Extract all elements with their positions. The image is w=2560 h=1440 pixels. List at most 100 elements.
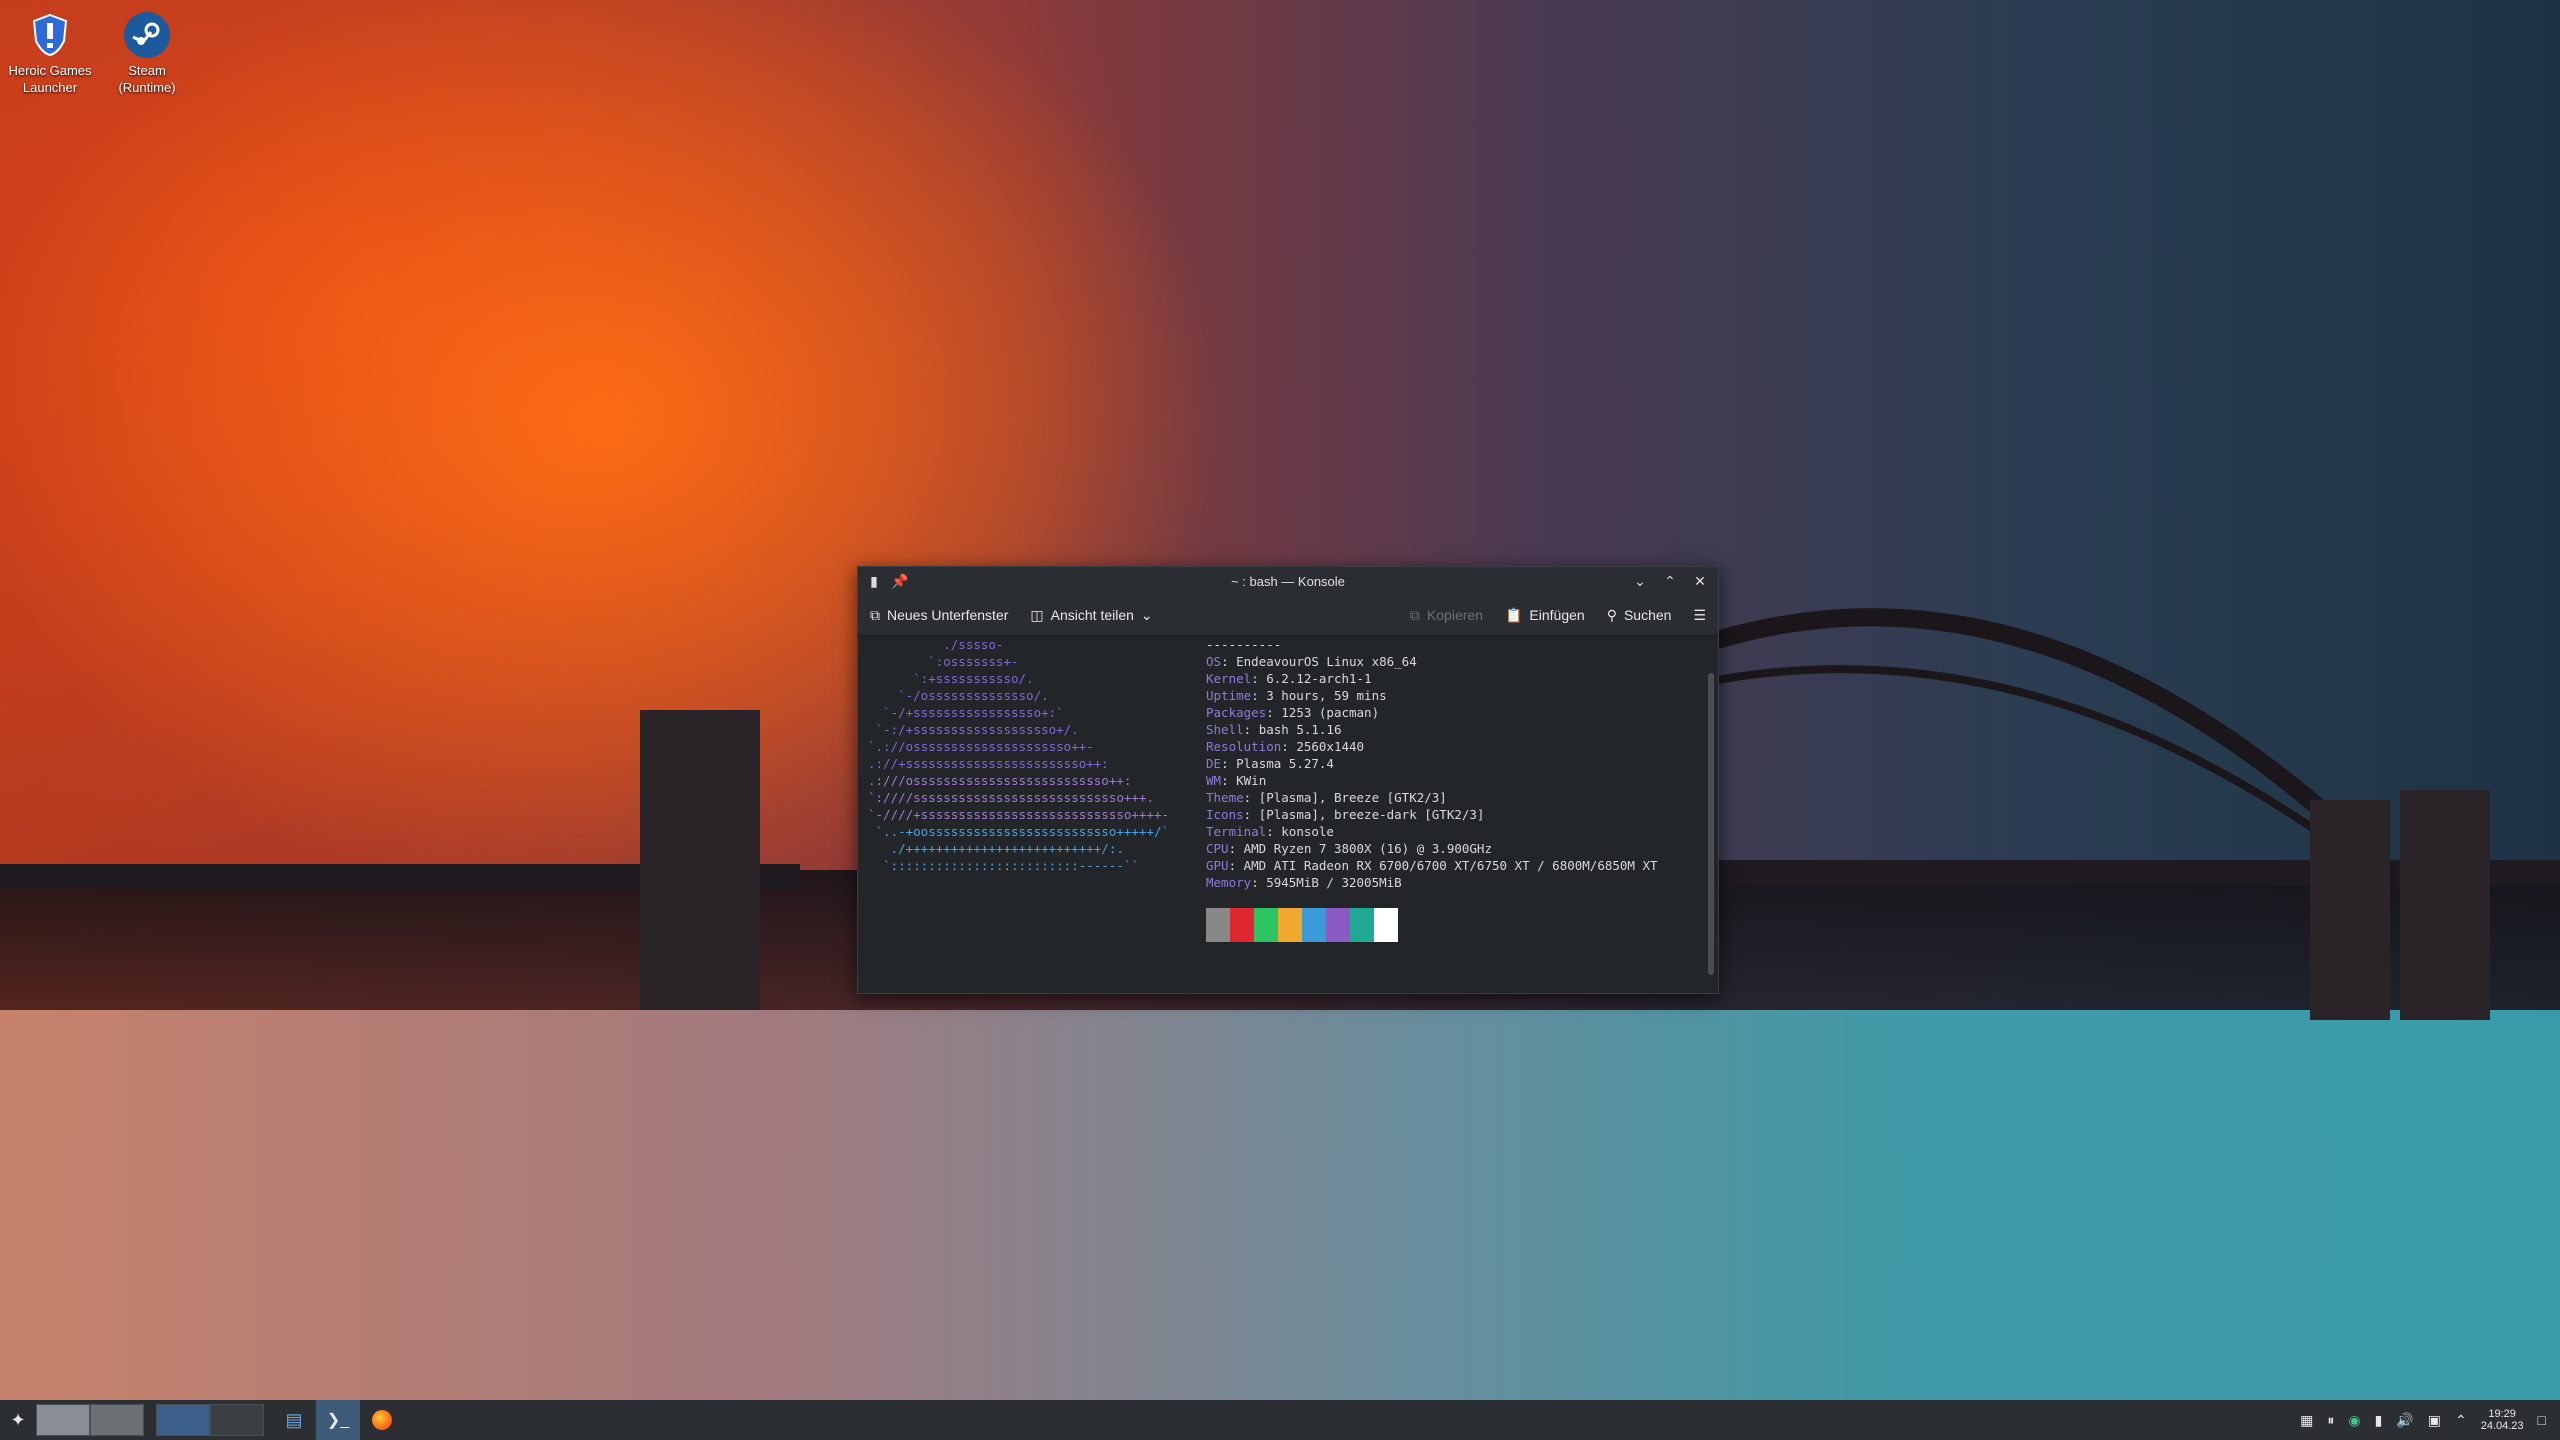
desktop-icon-heroic[interactable]: Heroic Games Launcher bbox=[0, 6, 100, 96]
info-value: : Plasma 5.27.4 bbox=[1221, 756, 1334, 771]
close-button[interactable]: ✕ bbox=[1692, 573, 1708, 589]
desktop-icon-label: Heroic Games bbox=[8, 63, 92, 78]
desktop-icon-steam[interactable]: Steam (Runtime) bbox=[97, 6, 197, 96]
expand-tray-icon[interactable]: ⌃ bbox=[2455, 1412, 2467, 1429]
paste-icon: 📋 bbox=[1504, 606, 1523, 623]
info-row: Uptime: 3 hours, 59 mins bbox=[1206, 687, 1658, 704]
clock-date: 24.04.23 bbox=[2480, 1420, 2524, 1432]
left-pylon bbox=[640, 710, 760, 1010]
volume-icon[interactable]: 🔊 bbox=[2396, 1412, 2413, 1429]
desktop-3[interactable] bbox=[156, 1404, 210, 1436]
launcher-icon: ✦ bbox=[10, 1409, 26, 1430]
color-swatch bbox=[1374, 908, 1398, 942]
info-key: WM bbox=[1206, 773, 1222, 788]
ascii-logo-line: `:::::::::::::::::::::::::------`` bbox=[868, 858, 1139, 873]
right-pylon-2 bbox=[2400, 790, 2490, 1020]
heroic-icon bbox=[27, 12, 73, 58]
info-key: Kernel bbox=[1206, 671, 1252, 686]
konsole-toolbar: ⧉ Neues Unterfenster ◫ Ansicht teilen ⌄ … bbox=[858, 595, 1718, 636]
terminal-output[interactable]: ./sssso- `:osssssss+- `:+sssssssssso/. `… bbox=[858, 636, 1700, 993]
color-swatch bbox=[1230, 908, 1254, 942]
color-swatch bbox=[1278, 908, 1302, 942]
clipboard-icon[interactable]: ▦ bbox=[2300, 1412, 2313, 1429]
application-launcher-button[interactable]: ✦ bbox=[0, 1400, 36, 1440]
taskbar: ✦ ▤ ❯_ ▦ ⏸ ◉ ▮ 🔊 ▣ ⌃ 19:29 24.04.23 □ bbox=[0, 1400, 2560, 1440]
ascii-logo-line: ./++++++++++++++++++++++++++/:. bbox=[868, 841, 1124, 856]
color-swatch bbox=[1254, 908, 1278, 942]
info-key: Terminal bbox=[1206, 824, 1267, 839]
ascii-logo-line: `:////ssssssssssssssssssssssssssso+++. bbox=[868, 790, 1154, 805]
clock-time: 19:29 bbox=[2488, 1408, 2516, 1420]
display-icon[interactable]: ▣ bbox=[2428, 1412, 2441, 1429]
copy-button[interactable]: ⧉ Kopieren bbox=[1410, 607, 1483, 624]
info-row: OS: EndeavourOS Linux x86_64 bbox=[1206, 653, 1658, 670]
info-row: GPU: AMD ATI Radeon RX 6700/6700 XT/6750… bbox=[1206, 857, 1658, 874]
paste-button[interactable]: 📋 Einfügen bbox=[1505, 607, 1585, 624]
harbour-water bbox=[0, 1010, 2560, 1400]
info-value: : [Plasma], breeze-dark [GTK2/3] bbox=[1243, 807, 1485, 822]
info-key: Theme bbox=[1206, 790, 1244, 805]
konsole-window[interactable]: ▮ 📌 ~ : bash — Konsole ⌄ ⌃ ✕ ⧉ Neues Unt… bbox=[857, 566, 1719, 994]
ascii-logo-line: `:+sssssssssso/. bbox=[868, 671, 1034, 686]
color-swatch bbox=[1326, 908, 1350, 942]
paste-label: Einfügen bbox=[1529, 607, 1585, 623]
minimize-button[interactable]: ⌄ bbox=[1632, 573, 1648, 589]
pin-icon[interactable]: 📌 bbox=[891, 573, 908, 589]
clock[interactable]: 19:29 24.04.23 bbox=[2481, 1408, 2524, 1432]
ascii-logo-line: ./sssso- bbox=[868, 637, 1004, 652]
info-value: : [Plasma], Breeze [GTK2/3] bbox=[1243, 790, 1447, 805]
ascii-logo-line: `-:/+sssssssssssssssssso+/. bbox=[868, 722, 1079, 737]
battery-icon[interactable]: ▮ bbox=[2375, 1412, 2383, 1429]
scrollbar[interactable] bbox=[1708, 673, 1714, 975]
color-swatch bbox=[1302, 908, 1326, 942]
desktop-icon-label: Launcher bbox=[22, 80, 78, 95]
chevron-down-icon: ⌄ bbox=[1140, 606, 1153, 623]
info-key: GPU bbox=[1206, 858, 1229, 873]
info-value: : AMD Ryzen 7 3800X (16) @ 3.900GHz bbox=[1228, 841, 1492, 856]
info-value: : 2560x1440 bbox=[1281, 739, 1365, 754]
info-row: CPU: AMD Ryzen 7 3800X (16) @ 3.900GHz bbox=[1206, 840, 1658, 857]
search-button[interactable]: ⚲ Suchen bbox=[1607, 607, 1672, 624]
color-swatch bbox=[1206, 908, 1230, 942]
maximize-button[interactable]: ⌃ bbox=[1662, 573, 1678, 589]
info-value: : 1253 (pacman) bbox=[1266, 705, 1380, 720]
info-key: Shell bbox=[1206, 722, 1244, 737]
info-row: Shell: bash 5.1.16 bbox=[1206, 721, 1658, 738]
info-key: OS bbox=[1206, 654, 1222, 669]
hamburger-menu-button[interactable]: ☰ bbox=[1693, 607, 1706, 624]
search-label: Suchen bbox=[1623, 607, 1672, 623]
desktop-1[interactable] bbox=[36, 1404, 90, 1436]
info-value: : AMD ATI Radeon RX 6700/6700 XT/6750 XT… bbox=[1228, 858, 1658, 873]
info-value: : 6.2.12-arch1-1 bbox=[1251, 671, 1372, 686]
show-desktop-icon[interactable]: □ bbox=[2538, 1412, 2546, 1428]
info-row: Terminal: konsole bbox=[1206, 823, 1658, 840]
info-key: Uptime bbox=[1206, 688, 1252, 703]
virtual-desktop-pager[interactable] bbox=[36, 1404, 264, 1436]
split-view-button[interactable]: ◫ Ansicht teilen ⌄ bbox=[1030, 607, 1152, 624]
media-pause-icon[interactable]: ⏸ bbox=[2327, 1412, 2334, 1429]
info-key: DE bbox=[1206, 756, 1222, 771]
desktop-2[interactable] bbox=[90, 1404, 144, 1436]
ascii-logo: ./sssso- `:osssssss+- `:+sssssssssso/. `… bbox=[868, 636, 1169, 874]
color-swatch bbox=[1350, 908, 1374, 942]
new-tab-icon: ⧉ bbox=[870, 606, 880, 623]
info-row: Icons: [Plasma], breeze-dark [GTK2/3] bbox=[1206, 806, 1658, 823]
info-separator: ---------- bbox=[1206, 637, 1282, 652]
info-value: : EndeavourOS Linux x86_64 bbox=[1221, 654, 1417, 669]
window-titlebar[interactable]: ▮ 📌 ~ : bash — Konsole ⌄ ⌃ ✕ bbox=[858, 567, 1718, 595]
task-dolphin[interactable]: ▤ bbox=[272, 1400, 316, 1440]
desktop-4[interactable] bbox=[210, 1404, 264, 1436]
info-key: Resolution bbox=[1206, 739, 1282, 754]
task-konsole[interactable]: ❯_ bbox=[316, 1400, 360, 1440]
ascii-logo-line: .:///ossssssssssssssssssssssssso++: bbox=[868, 773, 1132, 788]
steam-tray-icon[interactable]: ◉ bbox=[2348, 1412, 2360, 1429]
ascii-logo-line: `:osssssss+- bbox=[868, 654, 1019, 669]
task-firefox[interactable] bbox=[360, 1400, 404, 1440]
ascii-logo-line: .://+ssssssssssssssssssssssso++: bbox=[868, 756, 1109, 771]
info-key: Icons bbox=[1206, 807, 1244, 822]
info-value: : bash 5.1.16 bbox=[1243, 722, 1342, 737]
ascii-logo-line: `..-+oosssssssssssssssssssssssso+++++/` bbox=[868, 824, 1170, 839]
info-value: : 5945MiB / 32005MiB bbox=[1251, 875, 1402, 890]
new-tab-button[interactable]: ⧉ Neues Unterfenster bbox=[870, 607, 1008, 624]
terminal-icon[interactable]: ▮ bbox=[866, 573, 882, 589]
